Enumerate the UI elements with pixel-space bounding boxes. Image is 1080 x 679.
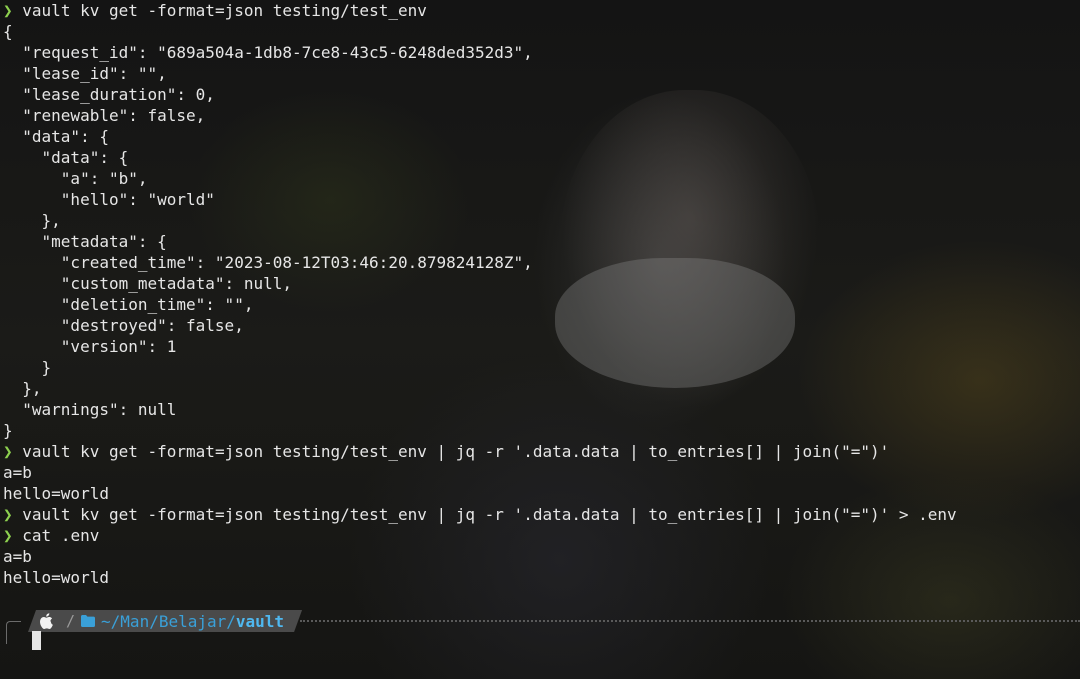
prompt-segment: / ~/Man/Belajar/vault [28, 610, 302, 632]
output-text: } [3, 421, 13, 440]
output-line: "hello": "world" [3, 189, 957, 210]
segment-separator: / [66, 612, 76, 630]
output-text: "data": { [3, 127, 109, 146]
output-text: }, [3, 379, 42, 398]
output-line: } [3, 357, 957, 378]
command-line: ❯ vault kv get -format=json testing/test… [3, 504, 957, 525]
output-text: a=b [3, 547, 32, 566]
output-text: }, [3, 211, 61, 230]
text-cursor[interactable] [32, 631, 41, 650]
prompt-bar: / ~/Man/Belajar/vault [0, 610, 1080, 644]
output-text: { [3, 22, 13, 41]
output-text: "request_id": "689a504a-1db8-7ce8-43c5-6… [3, 43, 533, 62]
output-text: "version": 1 [3, 337, 177, 356]
prompt-filler-dots [300, 620, 1080, 622]
command-text: vault kv get -format=json testing/test_e… [22, 442, 890, 461]
output-line: { [3, 21, 957, 42]
output-text: "data": { [3, 148, 129, 167]
output-line: }, [3, 378, 957, 399]
output-line: "request_id": "689a504a-1db8-7ce8-43c5-6… [3, 42, 957, 63]
output-line: "warnings": null [3, 399, 957, 420]
prompt-arrow-icon: ❯ [3, 526, 13, 545]
command-line: ❯ vault kv get -format=json testing/test… [3, 441, 957, 462]
output-text: } [3, 358, 52, 377]
path-prefix: ~/Man/Belajar/ [101, 611, 236, 631]
output-text: "deletion_time": "", [3, 295, 254, 314]
output-line: "lease_duration": 0, [3, 84, 957, 105]
prompt-arrow-icon: ❯ [3, 442, 13, 461]
output-text: "metadata": { [3, 232, 167, 251]
output-text: "a": "b", [3, 169, 148, 188]
output-line: "a": "b", [3, 168, 957, 189]
output-line: "lease_id": "", [3, 63, 957, 84]
terminal-output: ❯ vault kv get -format=json testing/test… [3, 0, 957, 588]
output-line: "metadata": { [3, 231, 957, 252]
prompt-arrow-icon: ❯ [3, 1, 13, 20]
output-line: } [3, 420, 957, 441]
current-directory: ~/Man/Belajar/vault [77, 612, 302, 631]
output-line: "data": { [3, 126, 957, 147]
command-line: ❯ vault kv get -format=json testing/test… [3, 0, 957, 21]
command-text: vault kv get -format=json testing/test_e… [22, 505, 957, 524]
output-line: "data": { [3, 147, 957, 168]
prompt-corner [6, 621, 21, 644]
command-line: ❯ cat .env [3, 525, 957, 546]
output-line: hello=world [3, 567, 957, 588]
output-text: "warnings": null [3, 400, 177, 419]
prompt-arrow-icon: ❯ [3, 505, 13, 524]
output-text: "destroyed": false, [3, 316, 244, 335]
output-text: "renewable": false, [3, 106, 206, 125]
output-text: a=b [3, 463, 32, 482]
output-line: "renewable": false, [3, 105, 957, 126]
apple-icon [28, 613, 64, 629]
output-text: "custom_metadata": null, [3, 274, 292, 293]
output-line: "destroyed": false, [3, 315, 957, 336]
output-line: }, [3, 210, 957, 231]
folder-icon [81, 612, 95, 631]
output-text: hello=world [3, 568, 109, 587]
output-text: "lease_id": "", [3, 64, 167, 83]
terminal-window[interactable]: ❯ vault kv get -format=json testing/test… [0, 0, 1080, 679]
output-line: a=b [3, 462, 957, 483]
output-text: "hello": "world" [3, 190, 215, 209]
output-text: hello=world [3, 484, 109, 503]
output-line: "created_time": "2023-08-12T03:46:20.879… [3, 252, 957, 273]
output-line: "version": 1 [3, 336, 957, 357]
command-text: vault kv get -format=json testing/test_e… [22, 1, 427, 20]
output-line: a=b [3, 546, 957, 567]
path-leaf: vault [235, 611, 285, 631]
output-line: "deletion_time": "", [3, 294, 957, 315]
output-text: "lease_duration": 0, [3, 85, 215, 104]
output-line: hello=world [3, 483, 957, 504]
command-text: cat .env [22, 526, 100, 545]
output-text: "created_time": "2023-08-12T03:46:20.879… [3, 253, 533, 272]
output-line: "custom_metadata": null, [3, 273, 957, 294]
